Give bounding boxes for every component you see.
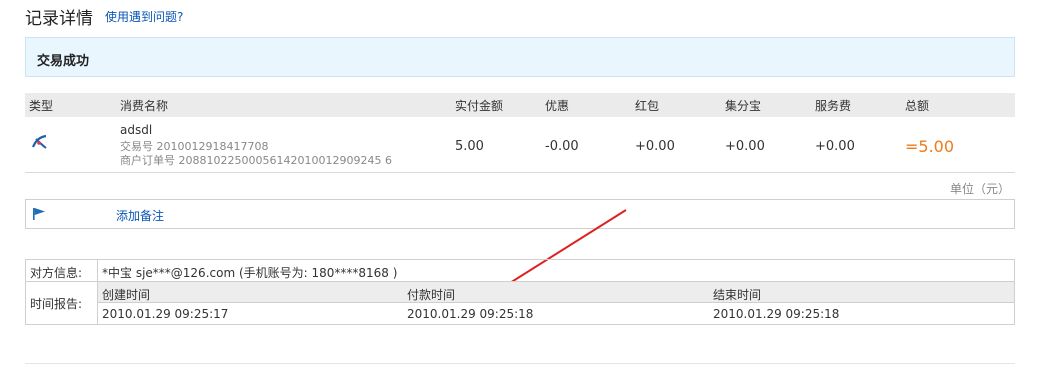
alipay-icon <box>31 134 49 150</box>
time-divider <box>97 302 1015 303</box>
paid-time-value: 2010.01.29 09:25:18 <box>407 307 534 321</box>
counterparty-value: *中宝 sje***@126.com (手机账号为: 180****8168 ) <box>102 266 398 280</box>
status-text: 交易成功 <box>37 54 90 69</box>
help-link[interactable]: 使用遇到问题? <box>105 8 183 25</box>
created-time-header: 创建时间 <box>102 288 151 302</box>
counterparty-label: 对方信息: <box>30 266 83 280</box>
end-time-header: 结束时间 <box>713 288 762 302</box>
table-header <box>25 93 1015 117</box>
bottom-divider <box>25 363 1015 364</box>
paid-amount: 5.00 <box>455 139 484 154</box>
column-header-paid: 实付金额 <box>455 99 504 113</box>
status-banner <box>25 37 1015 77</box>
transaction-name: adsdl <box>120 123 153 137</box>
total-amount: =5.00 <box>905 137 955 156</box>
add-note-link[interactable]: 添加备注 <box>116 207 164 224</box>
unit-label: 单位（元） <box>950 182 1011 196</box>
column-header-discount: 优惠 <box>545 99 570 113</box>
paid-time-header: 付款时间 <box>407 288 456 302</box>
label-divider <box>97 260 98 324</box>
column-header-total: 总额 <box>905 99 930 113</box>
time-report-label: 时间报告: <box>30 297 83 311</box>
created-time-value: 2010.01.29 09:25:17 <box>102 307 229 321</box>
column-header-name: 消费名称 <box>120 99 169 113</box>
time-header-bg <box>97 282 1014 302</box>
column-header-service-fee: 服务费 <box>815 99 852 113</box>
row-divider-info <box>25 281 1015 282</box>
end-time-value: 2010.01.29 09:25:18 <box>713 307 840 321</box>
merchant-order-number: 商户订单号 20881022500056142010012909245 6 <box>120 154 392 167</box>
row-divider <box>25 172 1015 173</box>
red-packet-amount: +0.00 <box>635 139 675 154</box>
discount-amount: -0.00 <box>545 139 579 154</box>
column-header-jifenbao: 集分宝 <box>725 99 762 113</box>
column-header-red-packet: 红包 <box>635 99 660 113</box>
jifenbao-amount: +0.00 <box>725 139 765 154</box>
column-header-type: 类型 <box>29 99 54 113</box>
page-title: 记录详情 <box>25 9 93 29</box>
flag-icon <box>32 207 46 221</box>
service-fee-amount: +0.00 <box>815 139 855 154</box>
